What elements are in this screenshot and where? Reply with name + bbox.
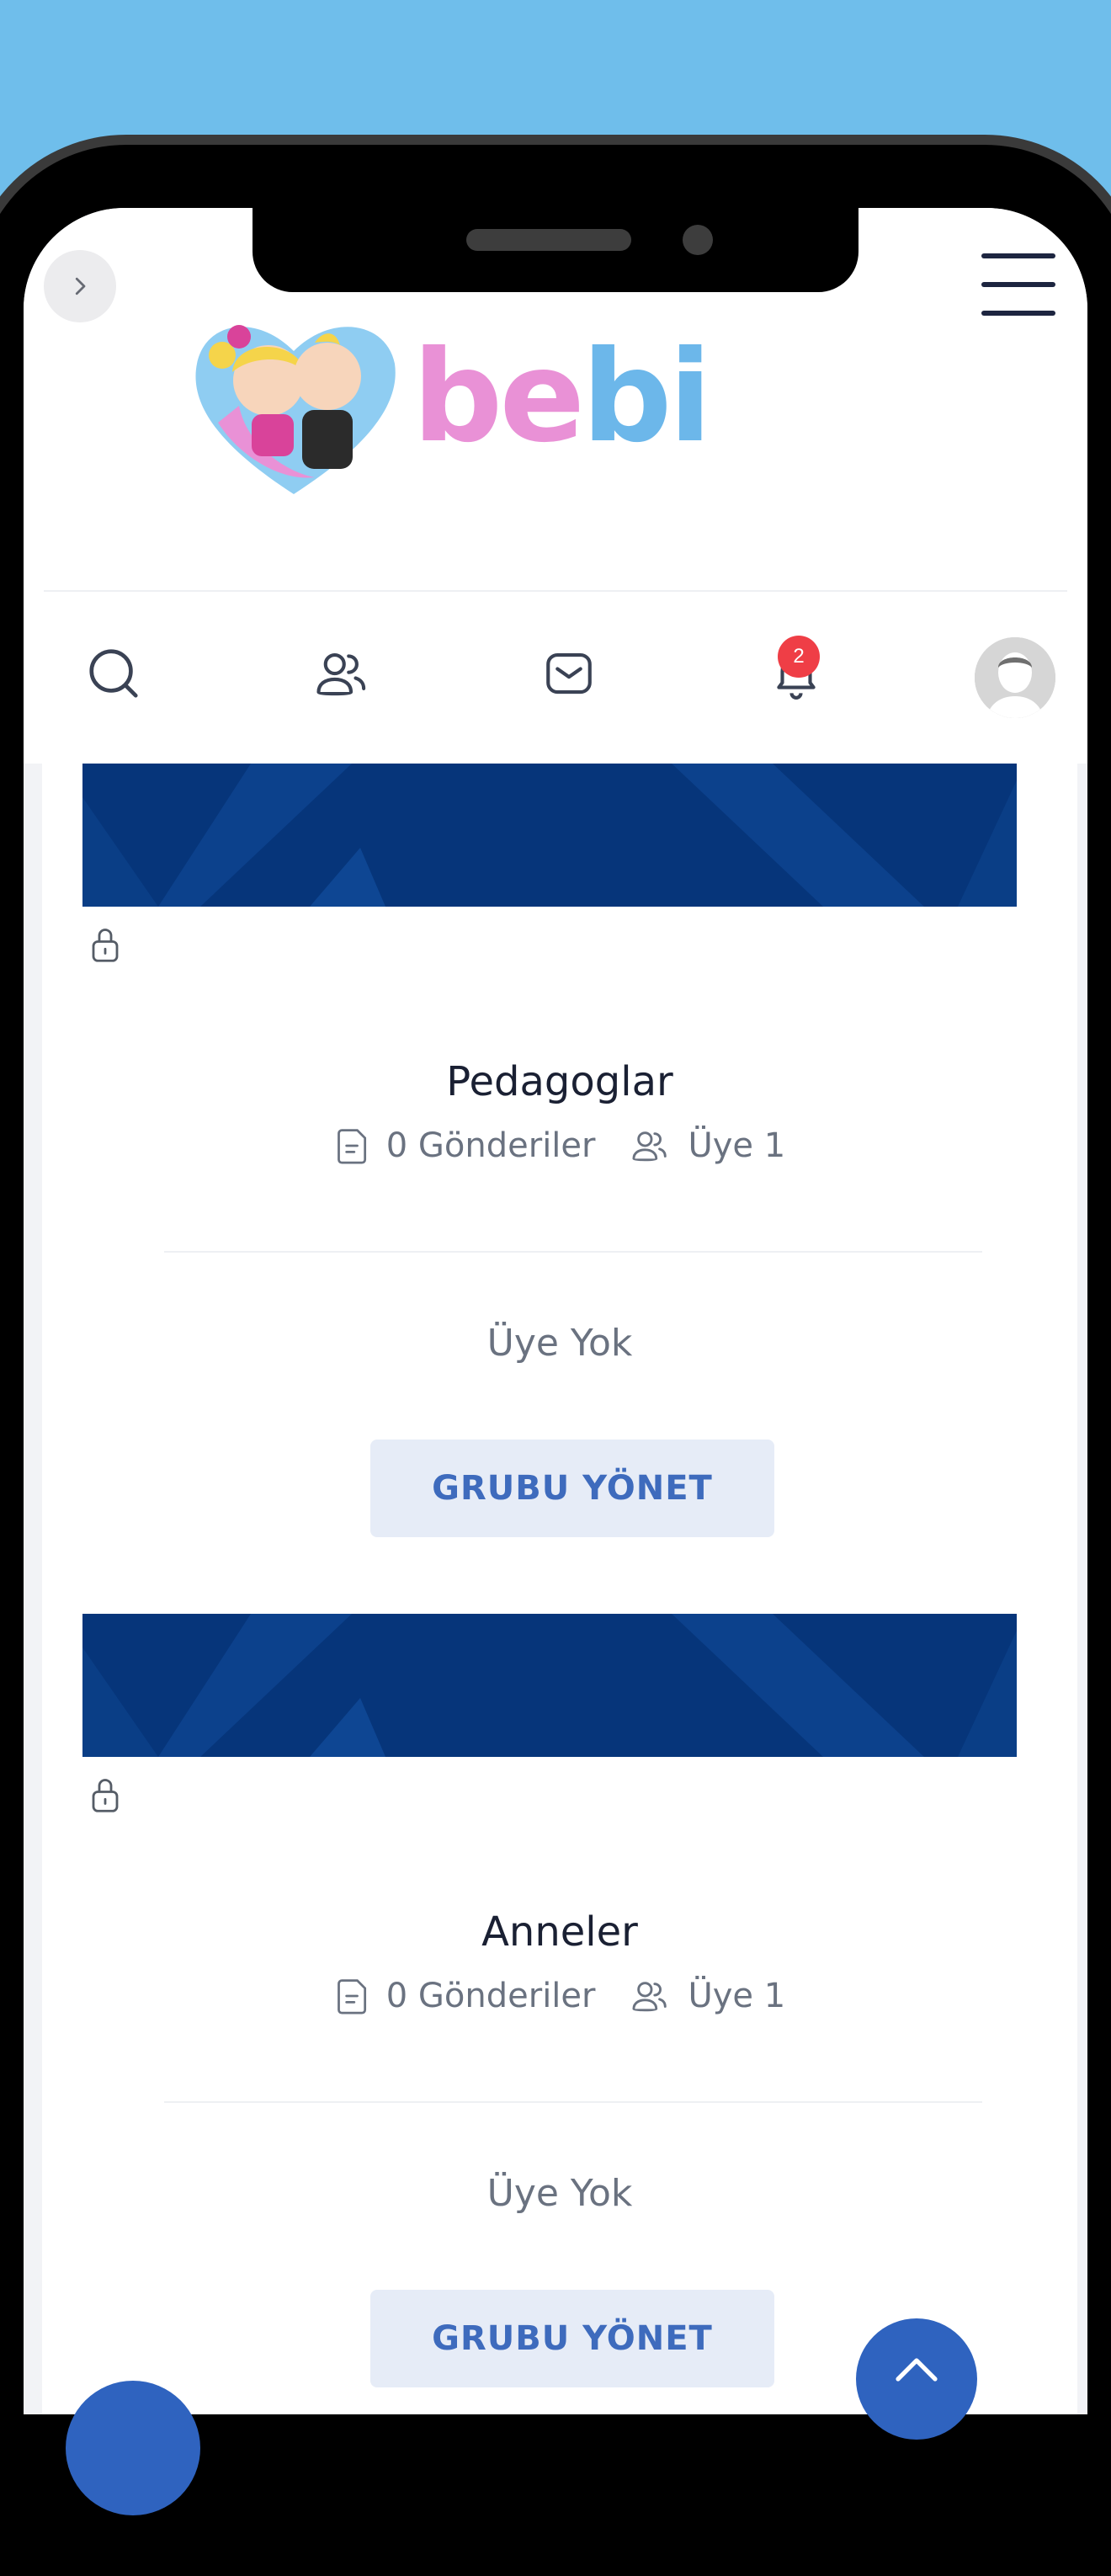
members-count: Üye 1 xyxy=(630,1977,785,2015)
user-avatar[interactable] xyxy=(975,637,1055,718)
logo-text-bi: bi xyxy=(582,324,712,471)
phone-camera xyxy=(683,225,713,255)
group-cover-banner xyxy=(82,1614,1017,1757)
document-icon xyxy=(337,1129,366,1164)
posts-text: 0 Gönderiler xyxy=(385,1126,596,1165)
empty-members-text: Üye Yok xyxy=(486,2172,633,2215)
users-icon xyxy=(316,652,366,696)
search-icon xyxy=(89,649,138,698)
group-name[interactable]: Anneler xyxy=(42,1908,1077,1956)
avatar-placeholder-icon xyxy=(975,637,1055,718)
members-count: Üye 1 xyxy=(630,1126,785,1165)
phone-speaker xyxy=(466,229,631,251)
private-lock-icon xyxy=(88,925,123,968)
chevron-right-icon xyxy=(75,277,86,295)
users-icon xyxy=(632,1131,667,1162)
group-name[interactable]: Pedagoglar xyxy=(42,1058,1077,1105)
logo-heart-icon xyxy=(195,325,396,494)
sidebar-toggle-button[interactable] xyxy=(44,250,116,322)
menu-line xyxy=(981,253,1055,258)
card-divider xyxy=(164,1251,982,1253)
document-icon xyxy=(337,1979,366,2014)
group-meta: 0 Gönderiler Üye 1 xyxy=(42,1976,1077,2016)
chat-button[interactable] xyxy=(66,2381,200,2515)
members-text: Üye 1 xyxy=(688,1977,786,2015)
group-cover-banner xyxy=(82,764,1017,907)
menu-line xyxy=(981,282,1055,287)
group-card: Anneler 0 Gönderiler Üye 1 Üye Yok GRUBU… xyxy=(42,1614,1077,2414)
users-icon xyxy=(632,1982,667,2012)
search-button[interactable] xyxy=(72,631,156,716)
group-meta: 0 Gönderiler Üye 1 xyxy=(42,1126,1077,1166)
members-text: Üye 1 xyxy=(688,1126,786,1165)
menu-line xyxy=(981,311,1055,316)
group-card: Pedagoglar 0 Gönderiler Üye 1 Üye Yok GR… xyxy=(42,764,1077,1572)
bebi-logo[interactable]: bebi xyxy=(189,305,712,498)
notification-badge: 2 xyxy=(778,636,820,678)
card-divider xyxy=(164,2101,982,2103)
hamburger-menu-button[interactable] xyxy=(981,253,1055,317)
logo-wordmark: bebi xyxy=(412,334,712,460)
mail-icon xyxy=(546,652,592,695)
groups-list: Pedagoglar 0 Gönderiler Üye 1 Üye Yok GR… xyxy=(42,764,1077,2414)
members-button[interactable] xyxy=(300,631,384,716)
posts-count: 0 Gönderiler xyxy=(334,1126,596,1166)
empty-members-text: Üye Yok xyxy=(486,1322,633,1365)
manage-group-button[interactable]: GRUBU YÖNET xyxy=(370,2290,774,2387)
header-divider xyxy=(44,590,1067,592)
scroll-to-top-button[interactable] xyxy=(856,2318,977,2440)
private-lock-icon xyxy=(88,1775,123,1818)
chevron-up-icon xyxy=(896,2358,938,2382)
logo-text-be: be xyxy=(412,324,585,471)
posts-text: 0 Gönderiler xyxy=(385,1977,596,2015)
messages-button[interactable] xyxy=(527,631,611,716)
posts-count: 0 Gönderiler xyxy=(334,1976,596,2016)
phone-screen: bebi 2 Pedagoglar 0 Gönderiler Üye 1 Üye… xyxy=(24,208,1087,2414)
manage-group-button[interactable]: GRUBU YÖNET xyxy=(370,1440,774,1537)
